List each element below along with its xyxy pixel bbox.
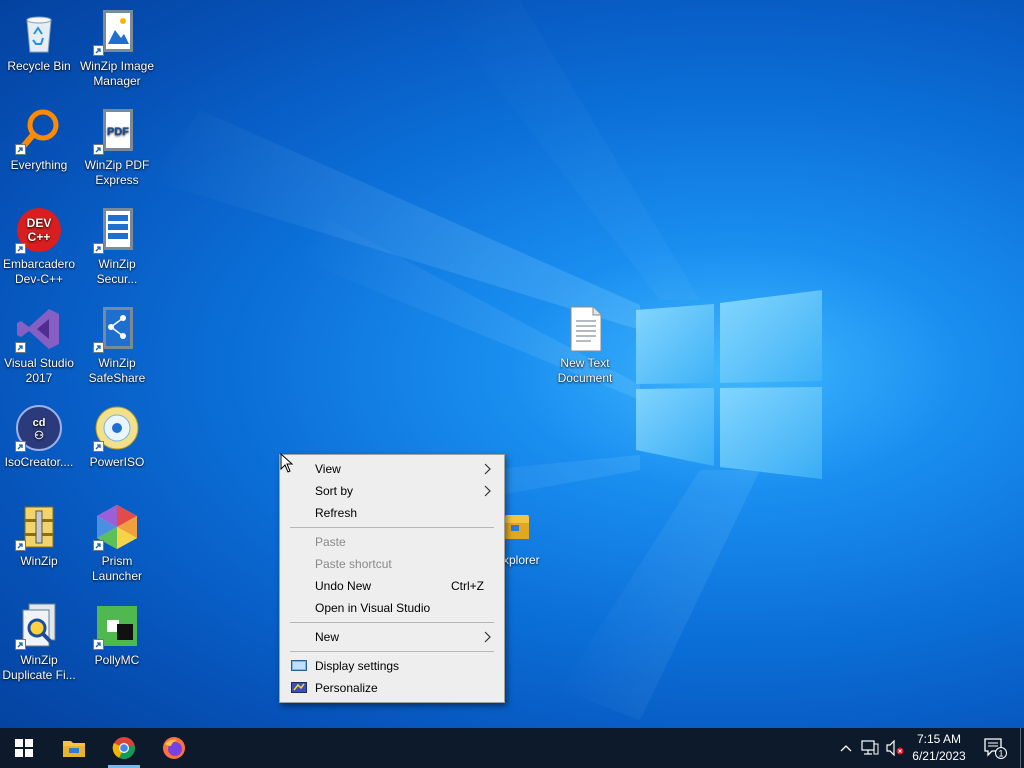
taskbar-clock[interactable]: 7:15 AM 6/21/2023 [904, 731, 974, 765]
winzip-secure-icon [93, 206, 141, 254]
menu-item-sort-by[interactable]: Sort by [282, 480, 502, 502]
notification-count-badge: 1 [998, 749, 1003, 759]
desktop-icon-dev-cpp[interactable]: DEV C++ Embarcadero Dev-C++ [0, 206, 78, 287]
desktop-icon-visual-studio[interactable]: Visual Studio 2017 [0, 305, 78, 386]
desktop-icon-explorer[interactable] [503, 511, 529, 543]
menu-item-view[interactable]: View [282, 458, 502, 480]
chevron-up-icon [840, 745, 852, 752]
desktop-icon-winzip-safeshare[interactable]: WinZip SafeShare [78, 305, 156, 386]
visual-studio-icon [15, 305, 63, 353]
notification-icon: 1 [984, 738, 1007, 759]
volume-button[interactable] [884, 728, 906, 768]
winzip-safeshare-icon [93, 305, 141, 353]
folder-icon [505, 515, 529, 539]
start-button[interactable] [0, 728, 48, 768]
windows-start-icon [15, 739, 33, 757]
desktop-icon-everything[interactable]: Everything [0, 107, 78, 173]
chevron-right-icon [484, 485, 491, 497]
file-explorer-icon [63, 741, 85, 757]
svg-text:PDF: PDF [107, 126, 129, 138]
show-desktop-button[interactable] [1020, 728, 1024, 768]
desktop-icon-recycle-bin[interactable]: Recycle Bin [0, 8, 78, 74]
desktop-icon-winzip[interactable]: WinZip [0, 503, 78, 569]
taskbar: 7:15 AM 6/21/2023 1 [0, 728, 1024, 768]
desktop-icon-winzip-pdf-express[interactable]: PDF WinZip PDF Express [78, 107, 156, 188]
desktop-icon-winzip-duplicate-finder[interactable]: WinZip Duplicate Fi... [0, 602, 78, 683]
menu-item-display-settings[interactable]: Display settings [282, 655, 502, 677]
menu-item-new[interactable]: New [282, 626, 502, 648]
desktop-icon-label: xplorer [503, 553, 540, 567]
winzip-duplicate-finder-icon [15, 602, 63, 650]
menu-item-paste-shortcut[interactable]: Paste shortcut [282, 553, 502, 575]
pollymc-icon [93, 602, 141, 650]
taskbar-chrome[interactable] [100, 728, 148, 768]
desktop-icon-winzip-image-manager[interactable]: WinZip Image Manager [78, 8, 156, 89]
svg-text:cd: cd [33, 417, 46, 429]
everything-search-icon [15, 107, 63, 155]
poweriso-icon [93, 404, 141, 452]
show-hidden-icons-button[interactable] [836, 728, 856, 768]
desktop-context-menu: View Sort by Refresh Paste Paste shortcu… [279, 454, 505, 703]
menu-item-paste[interactable]: Paste [282, 531, 502, 553]
desktop-icon-winzip-secure[interactable]: WinZip Secur... [78, 206, 156, 287]
chrome-icon [112, 737, 135, 759]
menu-item-open-in-visual-studio[interactable]: Open in Visual Studio [282, 597, 502, 619]
menu-item-personalize[interactable]: Personalize [282, 677, 502, 699]
clock-date: 6/21/2023 [912, 749, 966, 763]
svg-text:DEV: DEV [27, 216, 52, 230]
taskbar-firefox[interactable] [150, 728, 198, 768]
desktop-icon-pollymc[interactable]: PollyMC [78, 602, 156, 668]
winzip-icon [15, 503, 63, 551]
menu-separator [290, 651, 494, 652]
text-document-icon [561, 305, 609, 353]
taskbar-file-explorer[interactable] [50, 728, 98, 768]
firefox-icon [163, 737, 185, 759]
menu-item-undo-new[interactable]: Undo New Ctrl+Z [282, 575, 502, 597]
mouse-cursor-icon [280, 453, 294, 473]
clock-time: 7:15 AM [916, 732, 962, 746]
personalize-icon [291, 682, 307, 693]
dev-cpp-icon: DEV C++ [15, 206, 63, 254]
prism-launcher-icon [93, 503, 141, 551]
desktop-icon-prism-launcher[interactable]: Prism Launcher [78, 503, 156, 584]
menu-separator [290, 622, 494, 623]
shortcut-key-label: Ctrl+Z [451, 579, 484, 593]
desktop-icon-poweriso[interactable]: PowerISO [78, 404, 156, 470]
network-icon [861, 740, 879, 755]
menu-item-refresh[interactable]: Refresh [282, 502, 502, 524]
windows-wallpaper-logo [636, 290, 822, 479]
winzip-pdf-express-icon: PDF [93, 107, 141, 155]
volume-muted-icon [886, 740, 904, 756]
isocreator-icon: cd ⚇ [15, 404, 63, 452]
display-settings-icon [291, 660, 307, 671]
action-center-button[interactable]: 1 [978, 728, 1012, 768]
winzip-image-manager-icon [93, 8, 141, 56]
recycle-bin-icon [15, 8, 63, 56]
network-status-button[interactable] [858, 728, 882, 768]
desktop-icon-isocreator[interactable]: cd ⚇ IsoCreator.... [0, 404, 78, 470]
desktop[interactable]: Recycle Bin Everything DEV C++ Embarcade… [0, 0, 1024, 728]
desktop-icon-new-text-document[interactable]: New Text Document [546, 305, 624, 386]
menu-separator [290, 527, 494, 528]
svg-text:C++: C++ [28, 230, 51, 244]
chevron-right-icon [484, 631, 491, 643]
chevron-right-icon [484, 463, 491, 475]
svg-text:⚇: ⚇ [34, 430, 44, 442]
